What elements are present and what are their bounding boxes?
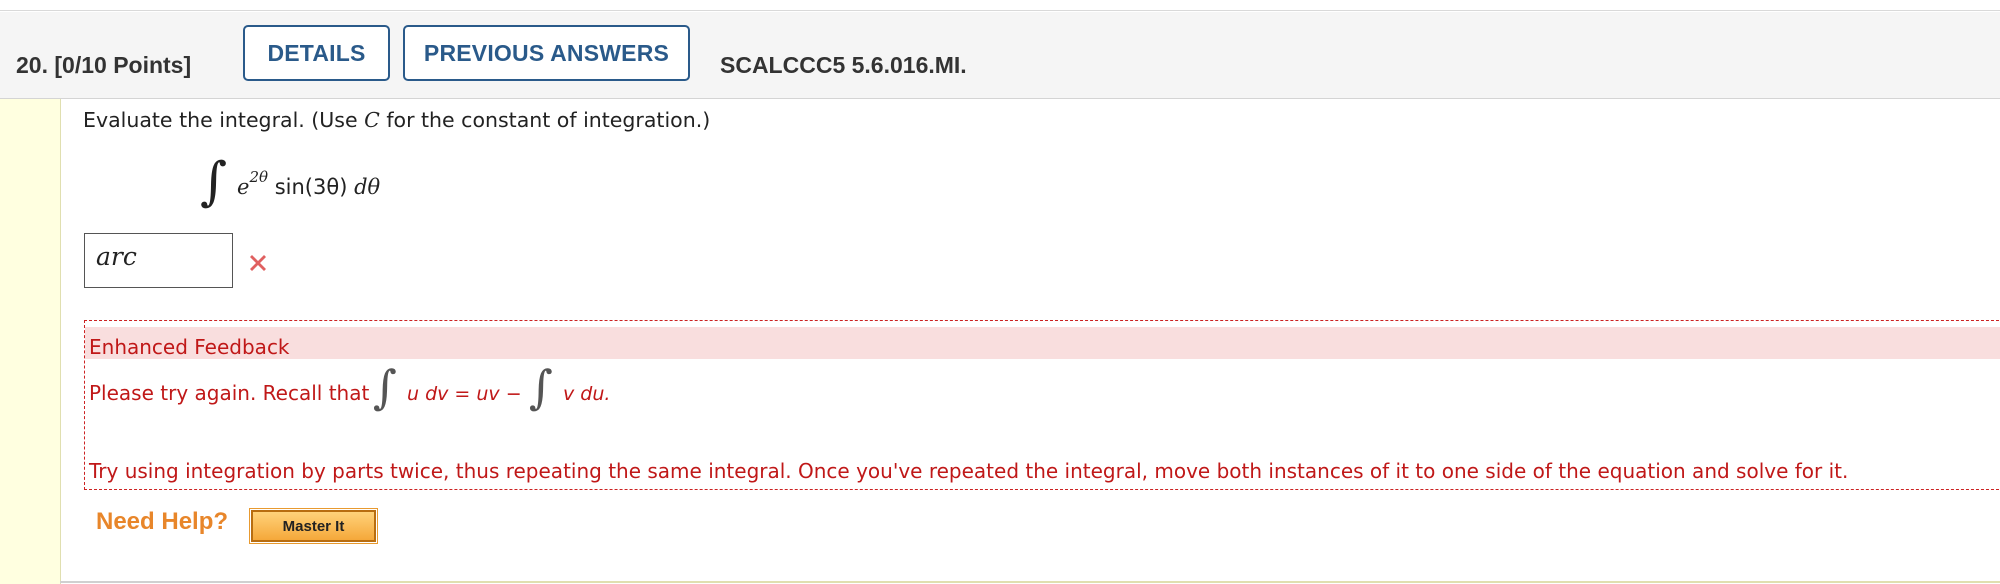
enhanced-feedback-panel: Enhanced Feedback Please try again. Reca… [84, 320, 2000, 490]
left-status-bar [0, 99, 61, 584]
details-button[interactable]: DETAILS [243, 25, 390, 81]
constant-variable: C [364, 108, 380, 132]
feedback-line-2: Try using integration by parts twice, th… [89, 459, 1849, 483]
question-prompt: Evaluate the integral. (Use C for the co… [83, 108, 711, 132]
question-code: SCALCCC5 5.6.016.MI. [720, 52, 967, 78]
top-divider [0, 10, 2000, 11]
question-number-points: 20. [0/10 Points] [16, 52, 191, 79]
master-it-button[interactable]: Master It [249, 508, 378, 544]
integral-sign: ∫ [200, 152, 228, 212]
previous-answers-button[interactable]: PREVIOUS ANSWERS [403, 25, 690, 81]
bottom-divider-left [60, 581, 260, 583]
formula-lhs: u dv = uv − [407, 383, 522, 405]
need-help-label: Need Help? [96, 508, 229, 535]
bottom-divider [60, 581, 2000, 583]
feedback-title: Enhanced Feedback [89, 335, 290, 359]
formula-integral-sign-1: ∫ [373, 360, 397, 414]
feedback-line-1: Please try again. Recall that [89, 381, 370, 405]
answer-input[interactable]: arc [84, 233, 233, 288]
formula-rhs: v du. [563, 383, 611, 405]
question-header: 20. [0/10 Points] DETAILS PREVIOUS ANSWE… [0, 12, 2000, 99]
integrand: e2θ sin(3θ) dθ [237, 168, 381, 199]
formula-integral-sign-2: ∫ [529, 360, 553, 414]
question-points: [0/10 Points] [54, 52, 192, 78]
question-number: 20. [16, 52, 48, 78]
incorrect-x-icon [250, 255, 266, 271]
feedback-header-band: Enhanced Feedback [85, 327, 2000, 359]
